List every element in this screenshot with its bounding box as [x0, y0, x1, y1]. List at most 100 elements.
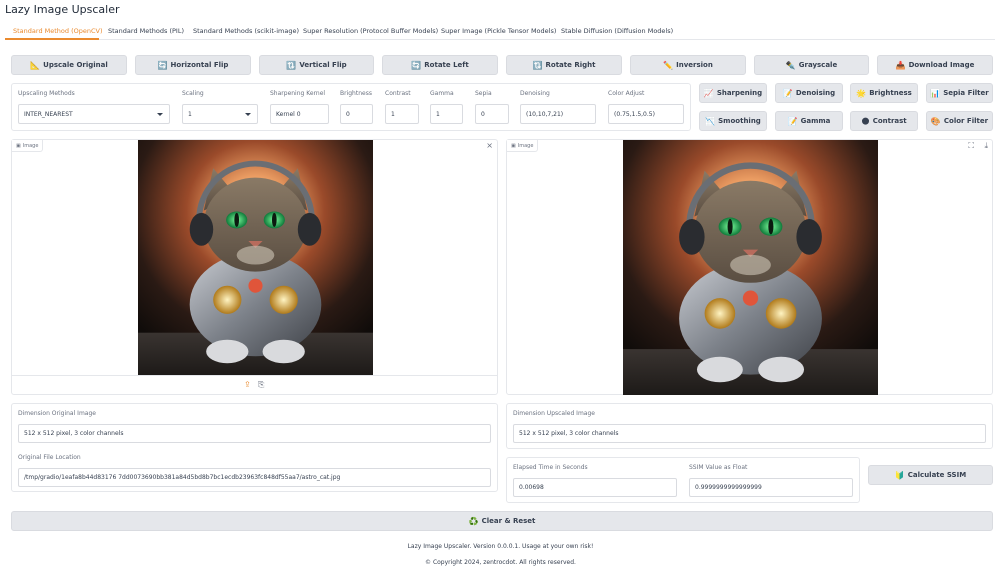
- clear-reset-label: Clear & Reset: [481, 517, 536, 525]
- contrast-button[interactable]: 🌑 Contrast: [850, 111, 918, 131]
- upload-icon[interactable]: ⇪: [244, 380, 251, 389]
- sepia-filter-button[interactable]: 📊 Sepia Filter: [926, 83, 993, 103]
- calculate-ssim-button[interactable]: 🔰 Calculate SSIM: [868, 465, 993, 485]
- file-location-value: /tmp/gradio/1eafa8b44d83176 7dd0073690bb…: [24, 474, 341, 481]
- horizontal-flip-label: Horizontal Flip: [170, 61, 229, 69]
- repeat-icon: 🔃: [286, 60, 297, 70]
- brightness-input[interactable]: 0: [340, 104, 373, 124]
- elapsed-time-field[interactable]: 0.00698: [513, 478, 677, 497]
- dimension-original-field[interactable]: 512 x 512 pixel, 3 color channels: [18, 424, 491, 443]
- sharpening-kernel-label: Sharpening Kernel: [270, 90, 326, 97]
- sharpening-button[interactable]: 📈 Sharpening: [699, 83, 767, 103]
- image-icon: ▣: [16, 142, 21, 149]
- gamma-label: Gamma: [430, 90, 454, 97]
- upscaled-info-panel: Dimension Upscaled Image 512 x 512 pixel…: [506, 403, 993, 449]
- close-icon[interactable]: ×: [486, 141, 493, 150]
- upscale-original-button[interactable]: 📐 Upscale Original: [11, 55, 127, 75]
- chevron-down-icon: [245, 113, 251, 116]
- gamma-value: 1: [436, 110, 440, 118]
- contrast-input[interactable]: 1: [385, 104, 419, 124]
- sepia-filter-label: Sepia Filter: [943, 89, 989, 97]
- color-adjust-label: Color Adjust: [608, 90, 645, 97]
- grayscale-label: Grayscale: [798, 61, 838, 69]
- rotate-left-label: Rotate Left: [424, 61, 469, 69]
- fullscreen-icon[interactable]: ⛶: [968, 141, 974, 151]
- star-icon: 🌟: [856, 88, 867, 98]
- denoising-button-label: Denoising: [795, 89, 836, 97]
- memo-icon: 📝: [782, 88, 793, 98]
- dimension-upscaled-field[interactable]: 512 x 512 pixel, 3 color channels: [513, 424, 986, 443]
- tab-super-image[interactable]: Super Image (Pickle Tensor Models): [441, 27, 556, 35]
- gamma-input[interactable]: 1: [430, 104, 463, 124]
- chart-decreasing-icon: 📉: [705, 116, 716, 126]
- dimension-upscaled-value: 512 x 512 pixel, 3 color channels: [519, 430, 619, 437]
- rotate-left-button[interactable]: 🔄 Rotate Left: [382, 55, 498, 75]
- palette-icon: 🎨: [930, 116, 941, 126]
- ssim-value: 0.9999999999999999: [695, 484, 762, 491]
- inversion-label: Inversion: [676, 61, 713, 69]
- pen-nib-icon: ✒️: [785, 60, 796, 70]
- ssim-field[interactable]: 0.9999999999999999: [689, 478, 853, 497]
- rotate-right-button[interactable]: 🔃 Rotate Right: [506, 55, 622, 75]
- scaling-label: Scaling: [182, 90, 204, 97]
- bar-chart-icon: 📊: [930, 88, 941, 98]
- footer-version: Lazy Image Upscaler. Version 0.0.0.1. Us…: [407, 543, 594, 550]
- chevron-down-icon: [157, 113, 163, 116]
- sharpening-kernel-input[interactable]: Kernel 0: [270, 104, 329, 124]
- vertical-flip-button[interactable]: 🔃 Vertical Flip: [259, 55, 374, 75]
- dimension-upscaled-label: Dimension Upscaled Image: [513, 410, 595, 417]
- image-label-text: Image: [22, 142, 39, 149]
- refresh-icon: 🔄: [157, 60, 168, 70]
- contrast-label: Contrast: [385, 90, 411, 97]
- sharpening-kernel-value: Kernel 0: [276, 110, 301, 118]
- original-info-panel: Dimension Original Image 512 x 512 pixel…: [11, 403, 498, 492]
- file-location-label: Original File Location: [18, 454, 81, 461]
- divider: [12, 375, 497, 376]
- upscale-original-label: Upscale Original: [43, 61, 108, 69]
- elapsed-time-value: 0.00698: [519, 484, 544, 491]
- color-filter-button[interactable]: 🎨 Color Filter: [926, 111, 993, 131]
- sharpening-label: Sharpening: [716, 89, 763, 97]
- sepia-label: Sepia: [475, 90, 492, 97]
- tab-standard-opencv[interactable]: Standard Method (OpenCV): [13, 27, 103, 35]
- clear-reset-button[interactable]: ♻️ Clear & Reset: [11, 511, 993, 531]
- active-tab-indicator: [5, 38, 99, 40]
- download-image-button[interactable]: 📥 Download Image: [877, 55, 993, 75]
- triangle-ruler-icon: 📐: [30, 60, 41, 70]
- grayscale-button[interactable]: ✒️ Grayscale: [754, 55, 869, 75]
- tab-stable-diffusion[interactable]: Stable Diffusion (Diffusion Models): [561, 27, 673, 35]
- tab-super-resolution[interactable]: Super Resolution (Protocol Buffer Models…: [303, 27, 438, 35]
- tab-standard-pil[interactable]: Standard Methods (PIL): [108, 27, 184, 35]
- upscaled-image-panel: ▣ Image ⛶ ⤓: [506, 139, 993, 395]
- upscaling-methods-dropdown[interactable]: INTER_NEAREST: [18, 104, 170, 124]
- footer-copyright: © Copyright 2024, zentrocdot. All rights…: [425, 559, 576, 566]
- contrast-value: 1: [391, 110, 395, 118]
- sepia-input[interactable]: 0: [475, 104, 509, 124]
- tab-bar: Standard Method (OpenCV) Standard Method…: [5, 24, 995, 40]
- denoising-button[interactable]: 📝 Denoising: [775, 83, 843, 103]
- download-icon[interactable]: ⤓: [984, 141, 988, 151]
- color-adjust-input[interactable]: (0.75,1.5,0.5): [608, 104, 684, 124]
- tab-standard-scikit-image[interactable]: Standard Methods (scikit-image): [193, 27, 299, 35]
- brightness-button[interactable]: 🌟 Brightness: [850, 83, 918, 103]
- file-location-field[interactable]: /tmp/gradio/1eafa8b44d83176 7dd0073690bb…: [18, 468, 491, 487]
- gamma-button[interactable]: 📝 Gamma: [775, 111, 843, 131]
- scaling-dropdown[interactable]: 1: [182, 104, 258, 124]
- original-image: [138, 140, 373, 375]
- calculate-ssim-label: Calculate SSIM: [907, 471, 967, 479]
- inversion-button[interactable]: ✏️ Inversion: [630, 55, 746, 75]
- image-label-text: Image: [517, 142, 534, 149]
- metrics-panel: Elapsed Time in Seconds 0.00698 SSIM Val…: [506, 457, 860, 503]
- upscaling-methods-label: Upscaling Methods: [18, 90, 75, 97]
- smoothing-button[interactable]: 📉 Smoothing: [699, 111, 767, 131]
- inbox-tray-icon: 📥: [895, 60, 906, 70]
- clipboard-icon[interactable]: ⎘: [258, 380, 264, 390]
- denoising-input[interactable]: (10,10,7,21): [520, 104, 596, 124]
- brightness-value: 0: [346, 110, 350, 118]
- rotate-right-label: Rotate Right: [545, 61, 596, 69]
- upscaling-methods-value: INTER_NEAREST: [24, 110, 73, 118]
- recycle-icon: ♻️: [468, 516, 479, 526]
- original-image-panel: ▣ Image × ⇪ ⎘: [11, 139, 498, 395]
- image-label: ▣ Image: [507, 140, 539, 152]
- horizontal-flip-button[interactable]: 🔄 Horizontal Flip: [135, 55, 251, 75]
